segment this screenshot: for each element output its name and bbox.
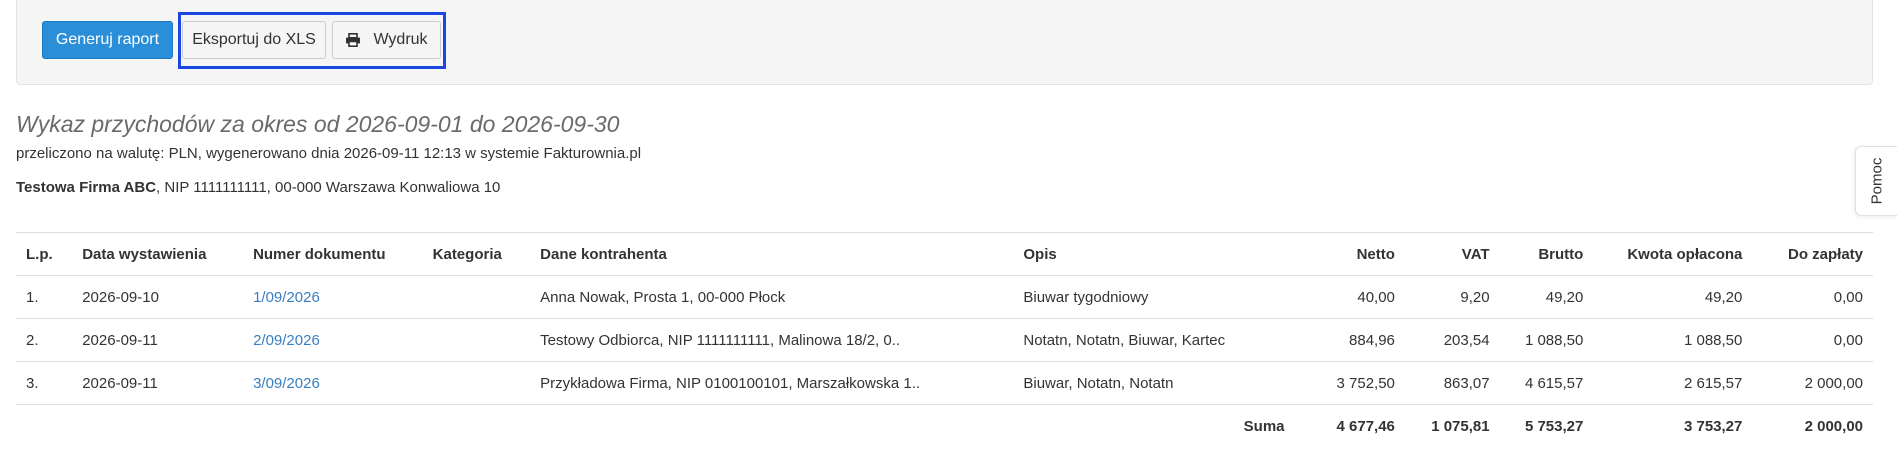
cell-desc: Biuwar, Notatn, Notatn	[1013, 361, 1295, 405]
cell-netto: 884,96	[1294, 318, 1405, 362]
col-header-paid: Kwota opłacona	[1593, 232, 1753, 276]
cell-paid: 2 615,57	[1593, 361, 1753, 405]
company-info: Testowa Firma ABC, NIP 1111111111, 00-00…	[16, 179, 500, 196]
help-tab-label: Pomoc	[1868, 157, 1885, 205]
cell-doc: 2/09/2026	[243, 318, 423, 362]
cell-client: Anna Nowak, Prosta 1, 00-000 Płock	[530, 275, 1014, 319]
table-row: 1. 2026-09-10 1/09/2026 Anna Nowak, Pros…	[16, 275, 1873, 319]
toolbar: Generuj raport Eksportuj do XLS Wydruk	[16, 0, 1873, 85]
cell-vat: 9,20	[1404, 275, 1500, 319]
col-header-category: Kategoria	[422, 232, 531, 276]
cell-vat: 203,54	[1404, 318, 1500, 362]
help-tab[interactable]: Pomoc	[1855, 146, 1897, 216]
cell-category	[422, 361, 531, 405]
cell-due: 0,00	[1752, 318, 1873, 362]
sum-vat: 1 075,81	[1431, 417, 1490, 435]
page-title: Wykaz przychodów za okres od 2026-09-01 …	[16, 111, 620, 137]
company-details: , NIP 1111111111, 00-000 Warszawa Konwal…	[156, 179, 501, 196]
cell-desc: Biuwar tygodniowy	[1013, 275, 1295, 319]
cell-client: Przykładowa Firma, NIP 0100100101, Marsz…	[530, 361, 1014, 405]
cell-netto: 3 752,50	[1294, 361, 1405, 405]
print-button[interactable]: Wydruk	[332, 21, 441, 59]
col-header-netto: Netto	[1294, 232, 1405, 276]
col-header-lp: L.p.	[16, 232, 73, 276]
cell-brutto: 1 088,50	[1499, 318, 1594, 362]
cell-vat: 863,07	[1404, 361, 1500, 405]
cell-doc: 3/09/2026	[243, 361, 423, 405]
cell-date: 2026-09-11	[72, 361, 244, 405]
sum-due: 2 000,00	[1804, 417, 1863, 435]
sum-brutto: 5 753,27	[1524, 417, 1584, 435]
printer-icon	[346, 33, 361, 47]
cell-paid: 49,20	[1593, 275, 1753, 319]
sum-paid: 3 753,27	[1683, 417, 1743, 435]
col-header-brutto: Brutto	[1499, 232, 1594, 276]
sum-row: Suma 4 677,46 1 075,81 5 753,27 3 753,27…	[16, 405, 1873, 448]
cell-lp: 1.	[16, 275, 73, 319]
cell-date: 2026-09-10	[72, 275, 244, 319]
print-button-label: Wydruk	[373, 31, 428, 48]
cell-lp: 3.	[16, 361, 73, 405]
cell-doc: 1/09/2026	[243, 275, 423, 319]
sum-label: Suma	[1243, 417, 1285, 435]
table-header-row: L.p. Data wystawienia Numer dokumentu Ka…	[16, 232, 1873, 276]
cell-desc: Notatn, Notatn, Biuwar, Kartec	[1013, 318, 1295, 362]
col-header-vat: VAT	[1404, 232, 1500, 276]
cell-netto: 40,00	[1294, 275, 1405, 319]
cell-category	[422, 275, 531, 319]
generate-report-button[interactable]: Generuj raport	[42, 21, 173, 59]
col-header-due: Do zapłaty	[1752, 232, 1873, 276]
col-header-doc: Numer dokumentu	[243, 232, 423, 276]
sum-netto: 4 677,46	[1336, 417, 1395, 435]
cell-category	[422, 318, 531, 362]
cell-due: 0,00	[1752, 275, 1873, 319]
cell-client: Testowy Odbiorca, NIP 1111111111, Malino…	[530, 318, 1014, 362]
document-link[interactable]: 2/09/2026	[253, 332, 320, 349]
document-link[interactable]: 1/09/2026	[253, 289, 320, 306]
cell-due: 2 000,00	[1752, 361, 1873, 405]
export-xls-button[interactable]: Eksportuj do XLS	[182, 21, 326, 59]
income-table: L.p. Data wystawienia Numer dokumentu Ka…	[16, 232, 1873, 447]
cell-brutto: 49,20	[1499, 275, 1594, 319]
cell-paid: 1 088,50	[1593, 318, 1753, 362]
table-row: 3. 2026-09-11 3/09/2026 Przykładowa Firm…	[16, 361, 1873, 405]
report-subtitle: przeliczono na walutę: PLN, wygenerowano…	[16, 145, 642, 162]
col-header-desc: Opis	[1013, 232, 1295, 276]
cell-brutto: 4 615,57	[1499, 361, 1594, 405]
table-row: 2. 2026-09-11 2/09/2026 Testowy Odbiorca…	[16, 318, 1873, 362]
cell-lp: 2.	[16, 318, 73, 362]
company-name: Testowa Firma ABC	[16, 179, 157, 196]
col-header-date: Data wystawienia	[72, 232, 244, 276]
cell-date: 2026-09-11	[72, 318, 244, 362]
col-header-client: Dane kontrahenta	[530, 232, 1014, 276]
document-link[interactable]: 3/09/2026	[253, 375, 320, 392]
